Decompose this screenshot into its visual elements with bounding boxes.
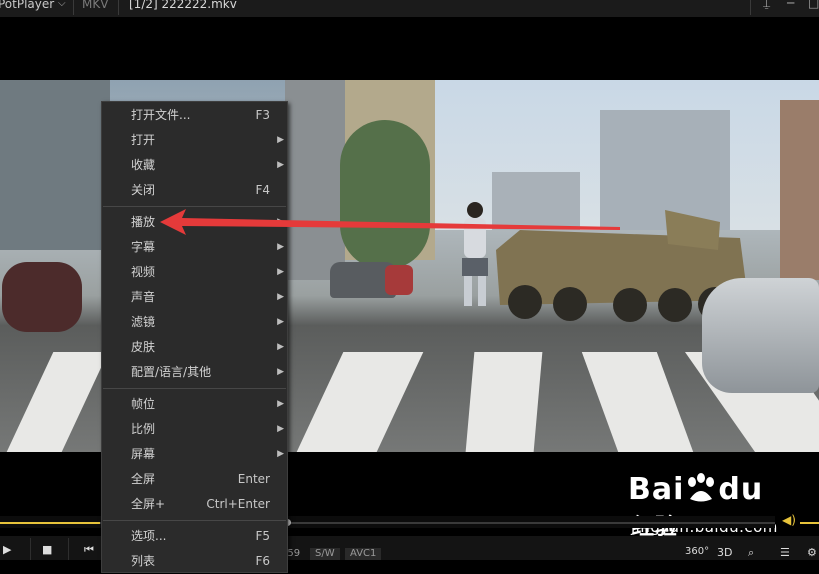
menu-item-label: 声音	[131, 290, 156, 304]
crosswalk-stripe	[6, 352, 109, 452]
minimize-icon[interactable]: ─	[787, 0, 794, 10]
codec-badge[interactable]: AVC1	[345, 548, 382, 560]
menu-item-frame[interactable]: 帧位 ▶	[102, 392, 287, 417]
title-divider	[118, 0, 119, 15]
menu-item-label: 屏幕	[131, 447, 156, 461]
submenu-arrow-icon: ▶	[277, 342, 284, 352]
gear-icon[interactable]: ⚙	[807, 546, 817, 559]
volume-icon[interactable]: ◀︎)	[782, 513, 796, 527]
menu-item-label: 全屏+	[131, 497, 166, 511]
vr360-button[interactable]: 360°	[685, 546, 709, 557]
menu-item-label: 皮肤	[131, 340, 156, 354]
menu-item-shortcut: F3	[255, 108, 270, 122]
crosswalk-stripe	[296, 352, 424, 452]
menu-separator	[103, 388, 286, 389]
submenu-arrow-icon: ▶	[277, 449, 284, 459]
menu-item-filters[interactable]: 滤镜 ▶	[102, 310, 287, 335]
menu-item-aspect[interactable]: 比例 ▶	[102, 417, 287, 442]
menu-item-label: 比例	[131, 422, 156, 436]
menu-item-shortcut: Ctrl+Enter	[206, 497, 270, 511]
menu-item-favorites[interactable]: 收藏 ▶	[102, 153, 287, 178]
building	[0, 80, 110, 250]
menu-item-label: 打开	[131, 133, 156, 147]
menu-item-video[interactable]: 视频 ▶	[102, 260, 287, 285]
submenu-arrow-icon: ▶	[277, 267, 284, 277]
app-name-menu[interactable]: PotPlayer	[0, 0, 54, 11]
control-divider	[68, 538, 69, 560]
menu-item-audio[interactable]: 声音 ▶	[102, 285, 287, 310]
building	[285, 80, 345, 280]
file-name: [1/2] 222222.mkv	[129, 0, 237, 11]
menu-item-label: 播放	[131, 215, 156, 229]
pin-icon[interactable]: ⍊	[763, 0, 770, 10]
menu-item-fullscreen-plus[interactable]: 全屏+ Ctrl+Enter	[102, 492, 287, 517]
menu-item-label: 列表	[131, 554, 156, 568]
menu-item-label: 打开文件...	[131, 108, 191, 122]
menu-item-shortcut: Enter	[237, 472, 270, 486]
menu-item-shortcut: F4	[255, 183, 270, 197]
chevron-down-icon[interactable]: ⌵	[58, 0, 66, 10]
previous-icon[interactable]: ⏮	[84, 543, 94, 557]
menu-item-config[interactable]: 配置/语言/其他 ▶	[102, 360, 287, 385]
annotation-arrow-icon	[160, 209, 620, 235]
submenu-arrow-icon: ▶	[277, 317, 284, 327]
menu-item-label: 帧位	[131, 397, 156, 411]
menu-item-shortcut: F6	[255, 554, 270, 568]
tree	[340, 120, 430, 270]
parked-car	[702, 278, 819, 393]
control-divider	[30, 538, 31, 560]
menu-item-label: 视频	[131, 265, 156, 279]
building	[780, 100, 819, 280]
context-menu: 打开文件... F3 打开 ▶ 收藏 ▶ 关闭 F4 播放 ▶ 字幕 ▶ 视频 ▶ 声音 ▶ 滤…	[101, 101, 288, 573]
watermark-brand-suffix: du	[718, 472, 764, 507]
watermark-brand: Bai	[628, 472, 685, 507]
menu-item-skins[interactable]: 皮肤 ▶	[102, 335, 287, 360]
submenu-arrow-icon: ▶	[277, 367, 284, 377]
menu-item-open[interactable]: 打开 ▶	[102, 128, 287, 153]
title-divider	[73, 0, 74, 15]
menu-item-close[interactable]: 关闭 F4	[102, 178, 287, 203]
menu-item-playlist[interactable]: 列表 F6	[102, 549, 287, 574]
menu-item-label: 关闭	[131, 183, 156, 197]
maximize-icon[interactable]: □	[808, 0, 819, 10]
stop-icon[interactable]: ■	[42, 543, 52, 556]
title-divider	[750, 0, 751, 15]
motorcycle	[2, 262, 82, 332]
menu-item-label: 滤镜	[131, 315, 156, 329]
menu-item-options[interactable]: 选项... F5	[102, 524, 287, 549]
format-label: MKV	[82, 0, 109, 11]
volume-slider[interactable]	[800, 522, 819, 524]
submenu-arrow-icon: ▶	[277, 135, 284, 145]
submenu-arrow-icon: ▶	[277, 160, 284, 170]
menu-item-fullscreen[interactable]: 全屏 Enter	[102, 467, 287, 492]
menu-item-shortcut: F5	[255, 529, 270, 543]
submenu-arrow-icon: ▶	[277, 424, 284, 434]
sw-badge[interactable]: S/W	[310, 548, 340, 560]
menu-item-label: 字幕	[131, 240, 156, 254]
playlist-icon[interactable]: ☰	[780, 546, 790, 559]
submenu-arrow-icon: ▶	[277, 399, 284, 409]
menu-item-label: 选项...	[131, 529, 167, 543]
menu-item-label: 配置/语言/其他	[131, 365, 212, 379]
submenu-arrow-icon: ▶	[277, 292, 284, 302]
street-car	[385, 265, 413, 295]
menu-separator	[103, 520, 286, 521]
menu-item-label: 收藏	[131, 158, 156, 172]
title-bar: PotPlayer ⌵ MKV [1/2] 222222.mkv ⍊ ─ □	[0, 0, 819, 17]
menu-item-open-file[interactable]: 打开文件... F3	[102, 103, 287, 128]
menu-item-label: 全屏	[131, 472, 156, 486]
play-icon[interactable]: ▶	[3, 543, 11, 556]
3d-button[interactable]: 3D	[717, 546, 732, 559]
search-icon[interactable]: ⌕	[748, 546, 754, 560]
paw-icon	[688, 473, 715, 502]
seek-played	[0, 522, 100, 524]
crosswalk-stripe	[581, 352, 694, 452]
menu-item-screen[interactable]: 屏幕 ▶	[102, 442, 287, 467]
crosswalk-stripe	[465, 352, 543, 452]
